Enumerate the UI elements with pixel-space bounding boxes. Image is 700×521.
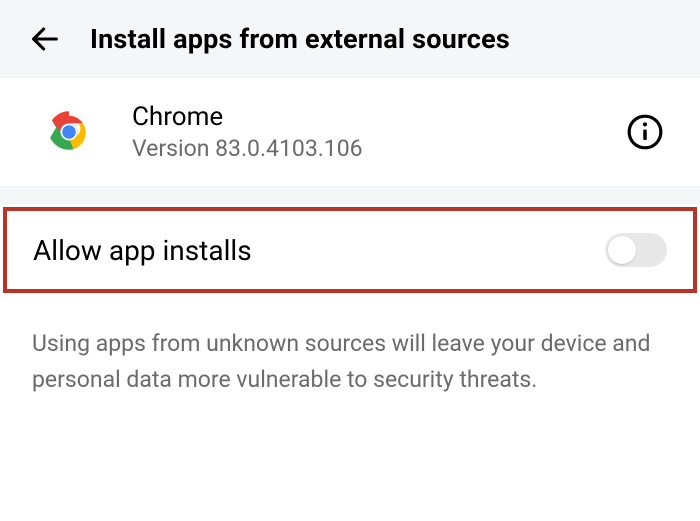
app-text-block: Chrome Version 83.0.4103.106: [96, 102, 626, 162]
warning-text: Using apps from unknown sources will lea…: [0, 296, 700, 423]
section-divider: [0, 186, 700, 204]
app-info-row: Chrome Version 83.0.4103.106: [0, 78, 700, 186]
header-bar: Install apps from external sources: [0, 0, 700, 78]
back-arrow-icon[interactable]: [28, 22, 62, 56]
info-icon[interactable]: [626, 113, 664, 151]
allow-installs-toggle[interactable]: [605, 233, 667, 267]
toggle-label: Allow app installs: [33, 234, 252, 267]
app-name: Chrome: [132, 102, 626, 132]
page-title: Install apps from external sources: [90, 23, 510, 55]
toggle-knob: [608, 236, 636, 264]
app-version: Version 83.0.4103.106: [132, 135, 626, 162]
chrome-icon: [42, 105, 96, 159]
allow-installs-row[interactable]: Allow app installs: [3, 207, 697, 293]
